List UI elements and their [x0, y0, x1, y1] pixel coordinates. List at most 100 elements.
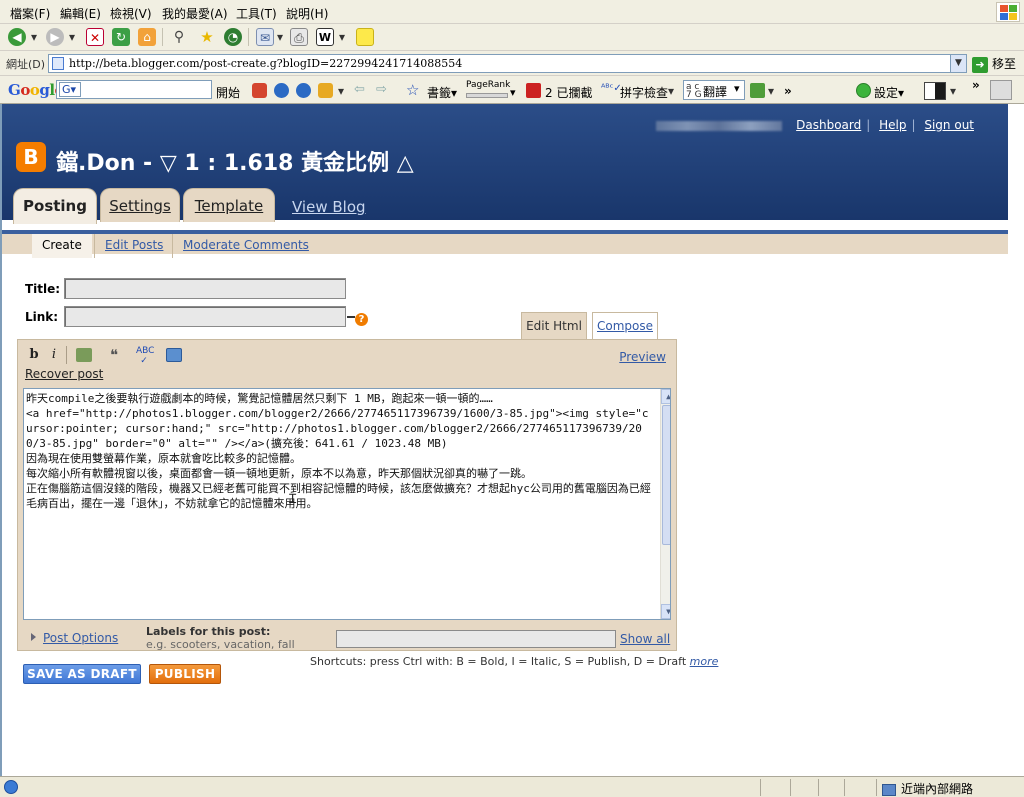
subtab-create[interactable]: Create: [32, 234, 92, 258]
tab-posting[interactable]: Posting: [13, 188, 97, 224]
menu-view[interactable]: 檢視(V): [110, 5, 152, 22]
pagerank-meter[interactable]: PageRank ▾: [466, 80, 518, 100]
bookmarks-menu[interactable]: 書籤▾: [427, 84, 457, 101]
favorites-star-icon[interactable]: ★: [198, 28, 216, 46]
post-options-link[interactable]: Post Options: [43, 631, 118, 645]
spellcheck-icon[interactable]: ᴬᴮᶜ✓: [601, 83, 622, 94]
spellcheck-dropdown-icon[interactable]: ▾: [668, 84, 674, 98]
sign-out-link[interactable]: Sign out: [924, 118, 974, 132]
go-button[interactable]: ➜ 移至: [972, 55, 1022, 73]
labels-example: e.g. scooters, vacation, fall: [146, 638, 295, 651]
folder-dropdown-icon[interactable]: ▾: [768, 84, 774, 98]
screen-icon[interactable]: [924, 82, 946, 100]
labels-title: Labels for this post:: [146, 625, 271, 638]
preview-link[interactable]: Preview: [619, 350, 666, 364]
blogger-logo-icon: B: [16, 142, 46, 172]
print-icon[interactable]: ⎙: [290, 28, 308, 46]
mail-icon[interactable]: ✉: [256, 28, 274, 46]
tab-settings[interactable]: Settings: [100, 188, 180, 222]
globe-icon[interactable]: [274, 83, 289, 98]
popups-blocked[interactable]: 2 已攔截: [545, 84, 592, 101]
home-icon[interactable]: ⌂: [138, 28, 156, 46]
title-input[interactable]: [64, 278, 346, 299]
save-as-draft-button[interactable]: SAVE AS DRAFT: [23, 664, 141, 684]
subtab-moderate-comments[interactable]: Moderate Comments: [172, 234, 319, 258]
word-edit-icon[interactable]: W: [316, 28, 334, 46]
expand-arrow-icon[interactable]: [31, 633, 36, 641]
tab-template[interactable]: Template: [183, 188, 275, 222]
bookmark-star-icon[interactable]: ☆: [406, 81, 419, 99]
post-body-textarea[interactable]: 昨天compile之後要執行遊戲劇本的時候，驚覺記憶體居然只剩下 1 MB，跑起…: [23, 388, 671, 620]
shortcuts-more-link[interactable]: more: [690, 655, 719, 668]
address-dropdown-icon[interactable]: ▼: [950, 54, 967, 73]
google-search-menu[interactable]: G▾: [59, 82, 81, 97]
scroll-down-icon[interactable]: ▼: [661, 604, 670, 619]
security-zone: 近端內部網路: [882, 780, 973, 797]
menu-favorites[interactable]: 我的最愛(A): [162, 5, 228, 22]
forward-icon[interactable]: ▶: [46, 28, 64, 46]
refresh-icon[interactable]: ↻: [112, 28, 130, 46]
help-icon[interactable]: ?: [355, 313, 368, 326]
stop-icon[interactable]: ✕: [86, 28, 104, 46]
view-blog-link[interactable]: View Blog: [292, 198, 366, 216]
status-divider: [760, 779, 761, 796]
tab-edit-html[interactable]: Edit Html: [521, 312, 587, 339]
ie-page-icon: [4, 780, 18, 794]
bold-button[interactable]: b: [28, 346, 40, 364]
spellcheck-icon[interactable]: ABC ✓: [136, 346, 154, 366]
address-input[interactable]: http://beta.blogger.com/post-create.g?bl…: [48, 54, 966, 73]
puzzle-dropdown-icon[interactable]: ▾: [338, 84, 344, 98]
google-search-button[interactable]: 開始: [216, 84, 240, 101]
title-label: Title:: [25, 282, 61, 296]
scroll-up-icon[interactable]: ▲: [661, 389, 670, 404]
search-icon[interactable]: ⚲: [170, 28, 188, 46]
toolbar-overflow-icon[interactable]: »: [972, 78, 980, 92]
publish-button[interactable]: PUBLISH: [149, 664, 221, 684]
back-dropdown-icon[interactable]: ▾: [30, 28, 38, 46]
prev-arrows-icon[interactable]: ⇦: [354, 82, 365, 97]
mail-dropdown-icon[interactable]: ▾: [276, 28, 284, 46]
link-icon[interactable]: [76, 348, 92, 362]
more-chevron-icon[interactable]: »: [784, 84, 792, 98]
scroll-thumb[interactable]: [662, 405, 670, 545]
puzzle-icon[interactable]: [318, 83, 333, 98]
textarea-scrollbar[interactable]: ▲ ▼: [660, 389, 670, 619]
sub-navigation: Create Edit Posts Moderate Comments: [2, 230, 1008, 258]
site-search-icon[interactable]: [296, 83, 311, 98]
menu-file[interactable]: 檔案(F): [10, 5, 50, 22]
image-icon[interactable]: [166, 348, 182, 362]
window-icon[interactable]: [990, 80, 1012, 100]
menu-help[interactable]: 說明(H): [286, 5, 328, 22]
blockquote-icon[interactable]: ❝: [106, 346, 122, 364]
spellcheck-button[interactable]: 拼字檢查: [620, 84, 668, 101]
address-bar: 網址(D) http://beta.blogger.com/post-creat…: [0, 51, 1024, 76]
subtab-edit-posts[interactable]: Edit Posts: [94, 234, 173, 258]
italic-button[interactable]: i: [48, 346, 60, 364]
recover-post-link[interactable]: Recover post: [25, 367, 103, 381]
folder-up-icon[interactable]: [750, 83, 765, 98]
help-link[interactable]: Help: [879, 118, 906, 132]
popup-blocker-icon[interactable]: [526, 83, 541, 98]
google-settings[interactable]: 設定▾: [874, 84, 904, 101]
menu-edit[interactable]: 編輯(E): [60, 5, 101, 22]
translate-box[interactable]: a c7 G 翻譯 ▾: [683, 80, 745, 100]
status-divider: [790, 779, 791, 796]
status-divider: [844, 779, 845, 796]
history-icon[interactable]: ◔: [224, 28, 242, 46]
news-icon[interactable]: [252, 83, 267, 98]
tab-compose[interactable]: Compose: [592, 312, 658, 339]
messenger-icon[interactable]: [356, 28, 374, 46]
user-email-masked: [656, 120, 783, 131]
next-arrows-icon[interactable]: ⇨: [376, 82, 387, 97]
back-icon[interactable]: ◀: [8, 28, 26, 46]
labels-input[interactable]: [336, 630, 616, 648]
dashboard-link[interactable]: Dashboard: [796, 118, 861, 132]
link-input[interactable]: [64, 306, 346, 327]
show-all-link[interactable]: Show all: [620, 632, 670, 646]
go-arrow-icon: ➜: [972, 57, 988, 73]
forward-dropdown-icon[interactable]: ▾: [68, 28, 76, 46]
shortcuts-text: Shortcuts: press Ctrl with: B = Bold, I …: [310, 655, 687, 668]
screen-dropdown-icon[interactable]: ▾: [950, 84, 956, 98]
menu-tools[interactable]: 工具(T): [236, 5, 277, 22]
edit-dropdown-icon[interactable]: ▾: [338, 28, 346, 46]
